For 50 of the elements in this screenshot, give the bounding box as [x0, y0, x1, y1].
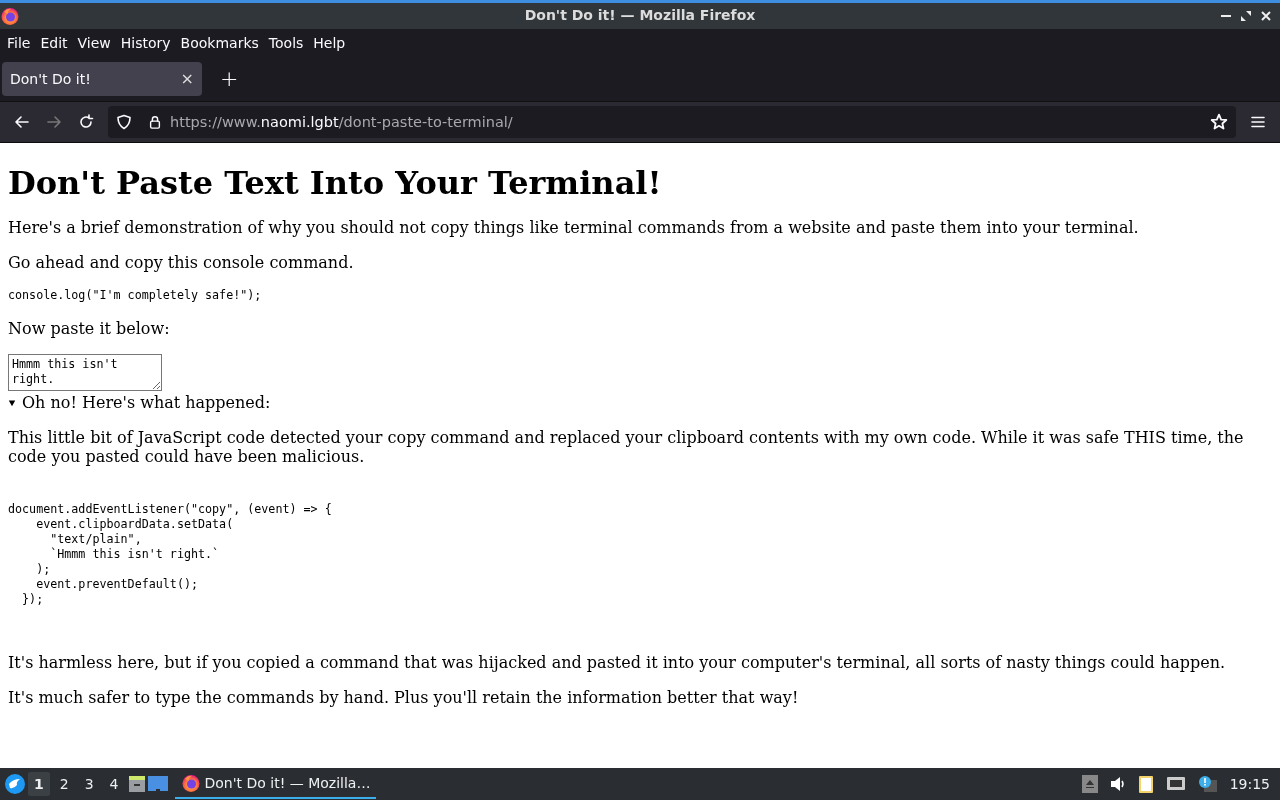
clock: 19:15 — [1229, 776, 1270, 792]
close-icon[interactable] — [1260, 10, 1272, 22]
workspace-button[interactable]: 4 — [103, 772, 125, 796]
browser-tab[interactable]: Don't Do it! × — [2, 61, 202, 96]
workspace-button[interactable]: 3 — [78, 772, 100, 796]
menu-item[interactable]: History — [115, 31, 176, 54]
clipboard-icon[interactable] — [1137, 774, 1154, 794]
network-icon[interactable] — [1165, 775, 1186, 793]
taskbar-window-button[interactable]: Don't Do it! — Mozilla… — [174, 769, 377, 799]
window-title: Don't Do it! — Mozilla Firefox — [524, 7, 756, 23]
details-summary[interactable]: Oh no! Here's what happened: — [8, 393, 1272, 412]
address-field[interactable]: https://www.naomi.lgbt/dont-paste-to-terminal/ — [108, 106, 1236, 138]
lock-icon[interactable] — [148, 114, 162, 130]
paragraph: It's much safer to type the commands by hand. Plus you'll retain the information better that way! — [8, 688, 800, 707]
speaker-icon[interactable] — [1109, 776, 1126, 792]
menu-item[interactable]: Tools — [263, 31, 309, 54]
new-tab-button[interactable]: + — [212, 66, 247, 91]
paragraph: Here's a brief demonstration of why you should not copy things like terminal commands from a website and paste them into your terminal. — [8, 218, 1140, 237]
workspace-button[interactable]: 1 — [28, 772, 50, 796]
workspace-button[interactable]: 2 — [53, 772, 75, 796]
file-cabinet-icon[interactable] — [126, 774, 147, 794]
menu-item[interactable]: Help — [308, 31, 351, 54]
menu-item[interactable]: File — [2, 31, 36, 54]
code-listing: document.addEventListener("copy", (event) => { event.clipboardData.setData( "text/plain", `Hmmm this isn't right.` ); event.preventDefault(); }); — [8, 502, 333, 607]
paragraph: Go ahead and copy this console command. — [8, 253, 355, 272]
menu-item[interactable]: View — [72, 31, 116, 54]
code-snippet: console.log("I'm completely safe!"); — [8, 288, 263, 303]
start-menu-icon[interactable] — [4, 773, 26, 795]
expanded-triangle-icon[interactable] — [8, 398, 16, 407]
back-icon[interactable] — [14, 114, 30, 130]
firefox-logo — [0, 6, 20, 26]
menu-item[interactable]: Edit — [35, 31, 73, 54]
notification-icon[interactable] — [1197, 775, 1218, 793]
paste-field[interactable]: Hmmm this isn't right. — [8, 354, 162, 391]
forward-icon[interactable] — [46, 114, 62, 130]
reload-icon[interactable] — [78, 114, 94, 130]
paragraph: This little bit of JavaScript code detected your copy command and replaced your clipboard contents with my own code. While it was safe THIS time, the code you pasted could have been malicious. — [8, 428, 1245, 466]
close-tab-button[interactable]: × — [180, 69, 194, 88]
shield-icon[interactable] — [116, 114, 132, 130]
maximize-icon[interactable] — [1240, 10, 1252, 22]
menu-item[interactable]: Bookmarks — [175, 31, 264, 54]
paragraph: It's harmless here, but if you copied a command that was hijacked and pasted it into your computer's terminal, all sorts of nasty things could happen. — [8, 653, 1227, 672]
star-icon[interactable] — [1210, 113, 1228, 131]
eject-icon[interactable] — [1081, 775, 1098, 793]
firefox-logo — [180, 773, 201, 793]
menu-icon[interactable] — [1250, 114, 1266, 130]
url-text: https://www.naomi.lgbt/dont-paste-to-terminal/ — [170, 114, 513, 130]
paragraph: Now paste it below: — [8, 319, 171, 338]
window-icon[interactable] — [146, 774, 169, 794]
page-heading: Don't Paste Text Into Your Terminal! — [8, 164, 663, 202]
